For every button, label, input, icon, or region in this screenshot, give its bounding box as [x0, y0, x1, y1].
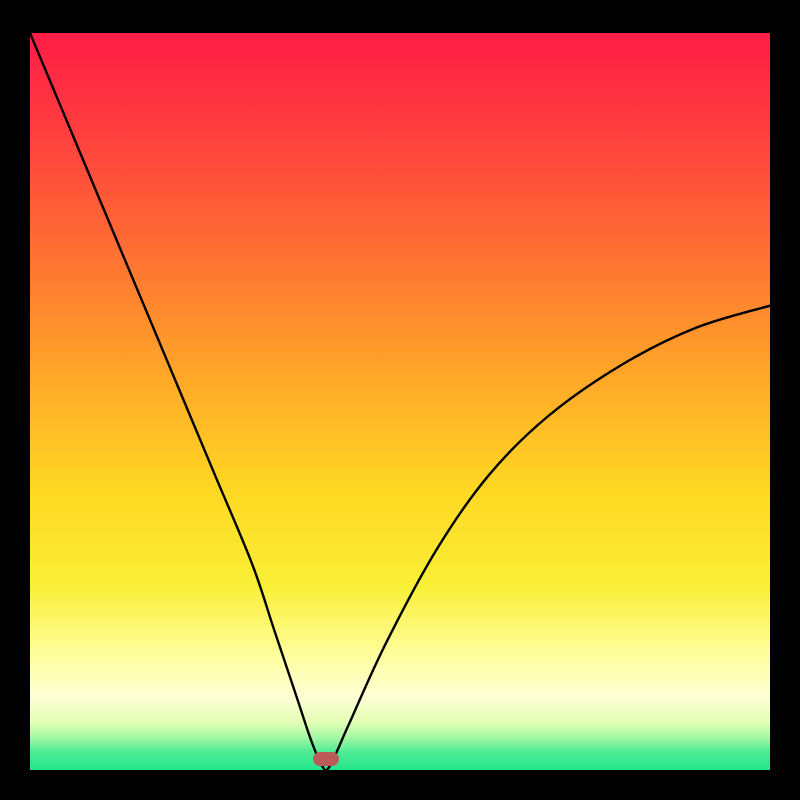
bottleneck-curve: [30, 33, 770, 770]
optimal-marker: [313, 752, 339, 766]
curve-layer: [30, 33, 770, 770]
plot-area: [30, 33, 770, 770]
